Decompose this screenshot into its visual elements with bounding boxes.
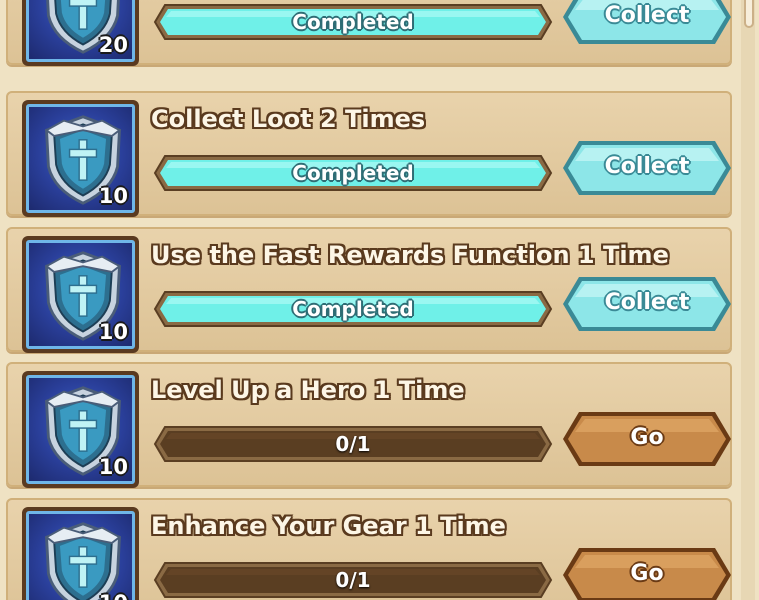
- reward-item-inner: 10: [26, 240, 135, 349]
- collect-button[interactable]: Collect: [561, 275, 733, 333]
- scrollbar-thumb[interactable]: [744, 0, 754, 28]
- action-button-label: Go: [630, 561, 664, 586]
- quest-row: 20Begin a BattleCompletedCollect: [6, 0, 733, 66]
- progress-bar: Completed: [153, 290, 553, 328]
- progress-label: Completed: [292, 161, 414, 185]
- reward-item-inner: 10: [26, 511, 135, 600]
- reward-item[interactable]: 10: [22, 371, 139, 488]
- go-button[interactable]: Go: [561, 410, 733, 468]
- progress-label: Completed: [292, 297, 414, 321]
- reward-count: 10: [98, 320, 128, 344]
- reward-item[interactable]: 10: [22, 507, 139, 600]
- reward-item-inner: 10: [26, 375, 135, 484]
- reward-item[interactable]: 10: [22, 236, 139, 353]
- reward-item[interactable]: 20: [22, 0, 139, 66]
- scrollbar-track[interactable]: [741, 0, 755, 600]
- quest-title: Enhance Your Gear 1 Time: [151, 512, 506, 540]
- progress-label: 0/1: [335, 568, 371, 592]
- reward-item[interactable]: 10: [22, 100, 139, 217]
- progress-label: Completed: [292, 10, 414, 34]
- collect-button[interactable]: Collect: [561, 139, 733, 197]
- progress-bar: Completed: [153, 154, 553, 192]
- quest-row: 10 Collect Loot 2 Times Completed Collect: [6, 91, 733, 217]
- quest-row: 10 Enhance Your Gear 1 Time 0/1 Go: [6, 498, 732, 600]
- quest-list: 20Begin a BattleCompletedCollect10Collec…: [0, 0, 759, 600]
- progress-bar: 0/1: [153, 425, 553, 463]
- quest-title: Collect Loot 2 Times: [151, 105, 426, 133]
- action-button-label: Go: [630, 425, 664, 450]
- go-button[interactable]: Go: [561, 546, 733, 600]
- progress-label: 0/1: [335, 432, 371, 456]
- progress-bar: 0/1: [153, 561, 553, 599]
- reward-item-inner: 10: [26, 104, 135, 213]
- quest-title: Use the Fast Rewards Function 1 Time: [151, 241, 669, 269]
- quest-row: 10 Use the Fast Rewards Function 1 Time Co…: [6, 227, 733, 353]
- quest-row: 10 Level Up a Hero 1 Time 0/1 Go: [6, 362, 733, 488]
- collect-button[interactable]: Collect: [561, 0, 733, 46]
- action-button-label: Collect: [604, 154, 690, 179]
- reward-count: 10: [99, 591, 128, 600]
- action-button-label: Collect: [604, 290, 690, 315]
- quest-title: Level Up a Hero 1 Time: [151, 376, 465, 404]
- reward-count: 10: [98, 455, 128, 479]
- action-button-label: Collect: [604, 3, 690, 28]
- reward-item-inner: 20: [26, 0, 135, 62]
- reward-count: 10: [98, 184, 128, 208]
- reward-count: 20: [98, 33, 128, 57]
- progress-bar: Completed: [153, 3, 553, 41]
